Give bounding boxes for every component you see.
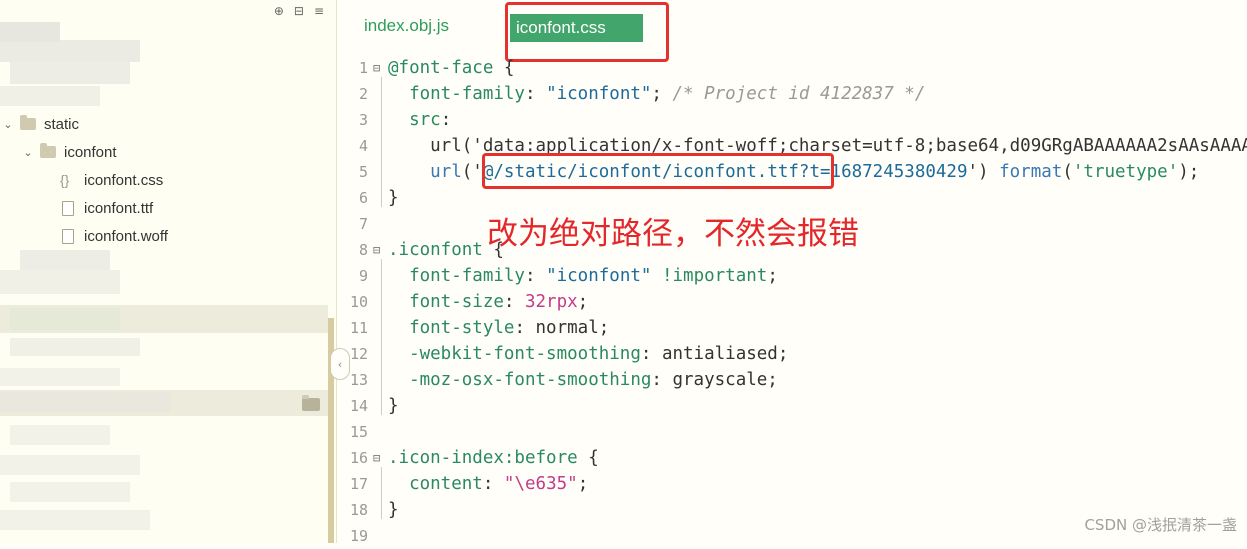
tree-file-iconfont-woff[interactable]: iconfont.woff [62,222,168,250]
code-text: src: [409,110,452,130]
line-number: 10 [349,293,368,311]
line-number: 14 [349,397,368,415]
chevron-down-icon: ⌄ [3,118,13,131]
blurred-tree-item [10,62,130,84]
code-line[interactable]: 2 font-family: "iconfont"; /* Project id… [336,81,1247,107]
blurred-tree-item [10,482,130,502]
code-line[interactable]: 10 font-size: 32rpx; [336,289,1247,315]
code-text: } [388,500,399,520]
annotation-text: 改为绝对路径，不然会报错 [487,216,859,252]
blurred-tree-item [0,455,140,475]
folder-icon [40,143,56,158]
code-line[interactable]: 12 -webkit-font-smoothing: antialiased; [336,341,1247,367]
tree-folder-static[interactable]: ⌄ static [2,110,79,138]
line-number: 8 [358,241,368,259]
code-line[interactable]: 1 ⊟ @font-face { [336,55,1247,81]
code-text: } [388,396,399,416]
line-number: 15 [349,423,368,441]
line-number: 18 [349,501,368,519]
tree-item-label: iconfont.woff [84,227,168,245]
code-line[interactable]: 17 content: "\e635"; [336,471,1247,497]
blurred-tree-item [20,250,110,270]
tree-item-label: iconfont.ttf [84,199,154,217]
line-number: 1 [358,59,368,77]
line-number: 17 [349,475,368,493]
line-number: 19 [349,527,368,545]
editor-tab-bar: index.obj.js iconfont.css [336,0,1247,55]
blurred-tree-item [10,338,140,356]
line-number: 12 [349,345,368,363]
code-line[interactable]: 9 font-family: "iconfont" !important; [336,263,1247,289]
file-icon [62,200,74,216]
collapse-icon[interactable]: ⊟ [294,4,304,18]
code-text: @font-face { [388,58,515,78]
folder-icon [302,395,320,411]
code-line[interactable]: 14} [336,393,1247,419]
highlight-box-tab [505,2,669,62]
line-number: 16 [349,449,368,467]
tree-file-iconfont-css[interactable]: {} iconfont.css [60,166,163,194]
code-text: -webkit-font-smoothing: antialiased; [409,344,789,364]
line-number: 4 [358,137,368,155]
blurred-tree-item [0,22,60,42]
code-line[interactable]: 15 [336,419,1247,445]
blurred-tree-item [10,308,120,330]
code-text: .icon-index:before { [388,448,599,468]
line-number: 5 [358,163,368,181]
line-number: 2 [358,85,368,103]
blurred-tree-item [0,270,120,294]
code-line[interactable]: 11 font-style: normal; [336,315,1247,341]
highlight-box-url [482,153,834,189]
line-number: 6 [358,189,368,207]
line-number: 11 [349,319,368,337]
code-line[interactable]: 3 src: [336,107,1247,133]
blurred-tree-item [0,368,120,386]
blurred-tree-item [0,40,140,62]
fold-guide [381,259,382,415]
code-text: font-size: 32rpx; [409,292,589,312]
line-number: 3 [358,111,368,129]
blurred-tree-item [0,510,150,530]
fold-guide [381,467,382,519]
fold-guide [381,77,382,207]
sidebar-toolbar: ⊕ ⊟ ≡ [274,4,324,18]
code-text: font-style: normal; [409,318,610,338]
code-editor[interactable]: 1 ⊟ @font-face {2 font-family: "iconfont";… [336,55,1247,545]
tree-item-label: iconfont [64,143,117,161]
blurred-tree-item [10,425,110,445]
css-file-icon: {} [60,172,70,188]
file-explorer-sidebar: ⊕ ⊟ ≡ ⌄ static ⌄ iconfont {} iconfont.cs… [0,0,337,543]
code-text: } [388,188,399,208]
blurred-tree-item [0,392,170,412]
code-line[interactable]: 13 -moz-osx-font-smoothing: grayscale; [336,367,1247,393]
folder-icon [20,115,36,130]
tree-item-label: static [44,115,80,133]
tree-item-label: iconfont.css [84,171,164,189]
tab-index-obj-js[interactable]: index.obj.js [364,16,449,36]
tree-folder-iconfont[interactable]: ⌄ iconfont [22,138,117,166]
line-number: 9 [358,267,368,285]
menu-icon[interactable]: ≡ [314,4,324,18]
blurred-tree-item [0,86,100,106]
code-text: -moz-osx-font-smoothing: grayscale; [409,370,778,390]
chevron-down-icon: ⌄ [23,146,33,159]
code-text: font-family: "iconfont" !important; [409,266,778,286]
watermark: CSDN @浅抿清茶一盏 [1084,516,1237,534]
code-text: content: "\e635"; [409,474,589,494]
code-text: font-family: "iconfont"; /* Project id 4… [409,84,926,104]
line-number: 7 [358,215,368,233]
line-number: 13 [349,371,368,389]
code-line[interactable]: 16 ⊟ .icon-index:before { [336,445,1247,471]
tree-file-iconfont-ttf[interactable]: iconfont.ttf [62,194,153,222]
target-icon[interactable]: ⊕ [274,4,284,18]
file-icon [62,228,74,244]
